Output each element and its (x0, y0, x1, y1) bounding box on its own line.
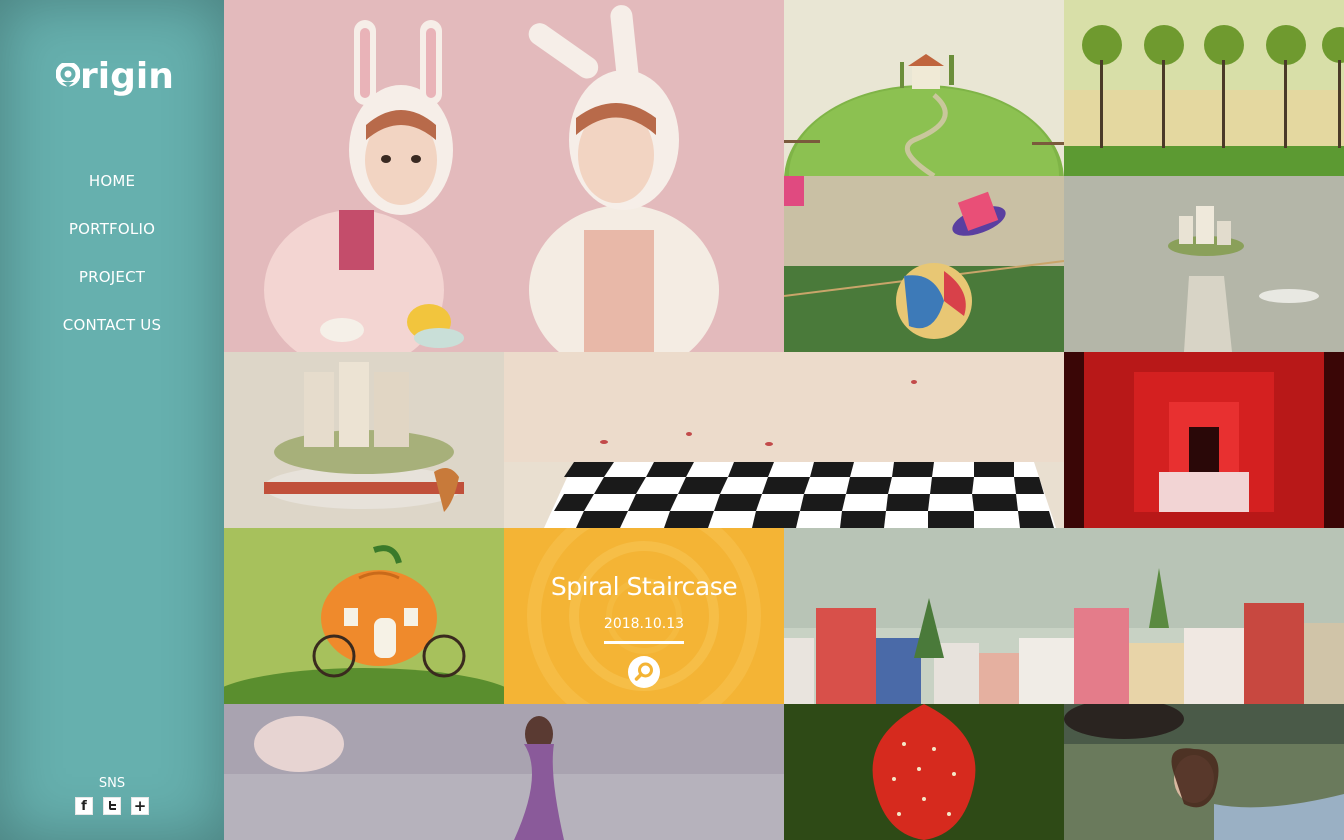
chessboard-image[interactable] (504, 352, 1064, 528)
plus-glyph: + (133, 797, 147, 815)
red-gates-image[interactable] (1064, 352, 1344, 528)
hill-house-image[interactable] (784, 0, 1064, 176)
twitter-icon[interactable] (103, 797, 121, 815)
logo-text: rigin (80, 56, 174, 97)
top-hat-ball-image[interactable] (784, 176, 1064, 352)
bunny-girls-image[interactable] (224, 0, 784, 352)
sns-section: SNS f + (0, 776, 224, 815)
nav-item-contact-us[interactable]: CONTACT US (0, 316, 224, 364)
facebook-icon[interactable]: f (75, 797, 93, 815)
pin-icon (56, 63, 80, 87)
search-icon[interactable] (628, 656, 660, 688)
castle-cake-image[interactable] (224, 352, 504, 528)
featured-divider (604, 641, 684, 644)
nav-item-home[interactable]: HOME (0, 172, 224, 220)
strawberry-image[interactable] (784, 704, 1064, 840)
sns-label: SNS (98, 776, 126, 791)
nav-item-portfolio[interactable]: PORTFOLIO (0, 220, 224, 268)
featured-title[interactable]: Spiral Staircase (504, 572, 784, 601)
magnifier-glyph (634, 662, 653, 681)
village-houses-image[interactable] (784, 528, 1344, 704)
facebook-glyph: f (81, 798, 87, 814)
plus-icon[interactable]: + (131, 797, 149, 815)
woman-grass-image[interactable] (1064, 704, 1344, 840)
logo[interactable]: rigin (55, 52, 175, 102)
main-nav: HOME PORTFOLIO PROJECT CONTACT US (0, 172, 224, 364)
nav-item-project[interactable]: PROJECT (0, 268, 224, 316)
twitter-glyph (109, 801, 116, 810)
trees-image[interactable] (1064, 0, 1344, 176)
sidebar: rigin HOME PORTFOLIO PROJECT CONTACT US … (0, 0, 224, 840)
featured-date: 2018.10.13 (603, 616, 685, 632)
pumpkin-carriage-image[interactable] (224, 528, 504, 704)
floating-castle-image[interactable] (1064, 176, 1344, 352)
sns-icons: f + (0, 797, 224, 815)
misty-woman-image[interactable] (224, 704, 784, 840)
